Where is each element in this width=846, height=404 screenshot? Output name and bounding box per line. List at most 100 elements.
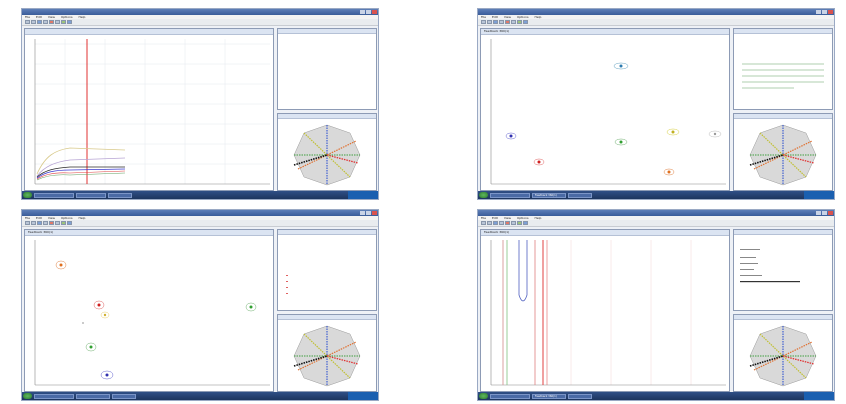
minimize-icon[interactable] (360, 211, 365, 215)
save-icon[interactable] (31, 20, 36, 24)
settings-icon[interactable] (67, 221, 72, 225)
play-icon[interactable] (61, 20, 66, 24)
taskbar: Feedback 360(1) (478, 392, 834, 400)
play-icon[interactable] (517, 20, 522, 24)
taskbar (22, 191, 378, 199)
line-plot[interactable] (25, 34, 273, 190)
minimize-icon[interactable] (816, 211, 821, 215)
toolbar (478, 220, 834, 227)
radar-plot[interactable] (734, 119, 832, 191)
legend-panel (277, 28, 377, 110)
close-icon[interactable] (372, 10, 377, 14)
table-icon[interactable] (43, 20, 48, 24)
screenshot-1: File Edit View Options Help (21, 8, 379, 200)
taskbar-button[interactable] (34, 393, 74, 399)
taskbar-button[interactable] (490, 393, 530, 399)
open-icon[interactable] (481, 20, 486, 24)
play-icon[interactable] (517, 221, 522, 225)
maximize-icon[interactable] (366, 211, 371, 215)
taskbar-button[interactable] (568, 192, 592, 198)
start-button[interactable] (23, 393, 32, 399)
zoom-icon[interactable] (511, 221, 516, 225)
scatter-plot[interactable] (25, 235, 273, 391)
taskbar-button[interactable] (76, 393, 110, 399)
chart-icon[interactable] (493, 221, 498, 225)
toolbar (22, 19, 378, 26)
taskbar-button[interactable] (108, 192, 132, 198)
scatter-panel[interactable]: Feedback 360(1) (24, 229, 274, 392)
system-tray (348, 191, 378, 199)
minimize-icon[interactable] (816, 10, 821, 14)
chart-icon[interactable] (37, 20, 42, 24)
start-button[interactable] (479, 393, 488, 399)
stats-table (742, 63, 824, 89)
stats-list (286, 275, 288, 294)
close-icon[interactable] (372, 211, 377, 215)
zoom-icon[interactable] (55, 221, 60, 225)
zoom-icon[interactable] (55, 20, 60, 24)
system-tray (804, 392, 834, 400)
info-text (740, 249, 800, 283)
radar-panel[interactable] (277, 113, 377, 191)
screenshot-3: File Edit View Options Help Feedback 360… (21, 209, 379, 401)
trace-panel[interactable]: Feedback 360(1) (480, 229, 730, 392)
toolbar (478, 19, 834, 26)
minimize-icon[interactable] (360, 10, 365, 14)
save-icon[interactable] (487, 20, 492, 24)
screenshot-4: File Edit View Options Help Feedback 360… (477, 209, 835, 401)
radar-plot[interactable] (734, 320, 832, 392)
maximize-icon[interactable] (822, 10, 827, 14)
settings-icon[interactable] (523, 20, 528, 24)
taskbar (22, 392, 378, 400)
trace-plot[interactable] (481, 235, 729, 391)
chart-icon[interactable] (37, 221, 42, 225)
record-icon[interactable] (49, 20, 54, 24)
close-icon[interactable] (828, 211, 833, 215)
open-icon[interactable] (25, 20, 30, 24)
radar-panel[interactable] (277, 314, 377, 392)
save-icon[interactable] (31, 221, 36, 225)
taskbar-button[interactable] (490, 192, 530, 198)
taskbar-button[interactable] (568, 393, 592, 399)
maximize-icon[interactable] (366, 10, 371, 14)
radar-panel[interactable] (733, 314, 833, 392)
zoom-icon[interactable] (511, 20, 516, 24)
taskbar-button[interactable] (34, 192, 74, 198)
settings-icon[interactable] (67, 20, 72, 24)
scatter-plot[interactable] (481, 34, 729, 190)
screenshot-2: File Edit View Options Help Feedback 360… (477, 8, 835, 200)
radar-plot[interactable] (278, 320, 376, 392)
scatter-panel[interactable]: Feedback 360(1) (480, 28, 730, 191)
radar-panel[interactable] (733, 113, 833, 191)
stats-panel (733, 28, 833, 110)
taskbar-button[interactable] (112, 393, 136, 399)
system-tray (804, 191, 834, 199)
table-icon[interactable] (43, 221, 48, 225)
radar-plot[interactable] (278, 119, 376, 191)
plot-panel[interactable] (24, 28, 274, 191)
system-tray (348, 392, 378, 400)
table-icon[interactable] (499, 20, 504, 24)
maximize-icon[interactable] (822, 211, 827, 215)
stats-panel (277, 229, 377, 311)
start-button[interactable] (479, 192, 488, 198)
record-icon[interactable] (505, 20, 510, 24)
open-icon[interactable] (25, 221, 30, 225)
table-icon[interactable] (499, 221, 504, 225)
record-icon[interactable] (505, 221, 510, 225)
taskbar-button[interactable]: Feedback 360(1) (532, 192, 566, 198)
play-icon[interactable] (61, 221, 66, 225)
settings-icon[interactable] (523, 221, 528, 225)
info-panel (733, 229, 833, 311)
taskbar-button[interactable] (76, 192, 106, 198)
taskbar-button[interactable]: Feedback 360(1) (532, 393, 566, 399)
start-button[interactable] (23, 192, 32, 198)
close-icon[interactable] (828, 10, 833, 14)
toolbar (22, 220, 378, 227)
record-icon[interactable] (49, 221, 54, 225)
taskbar: Feedback 360(1) (478, 191, 834, 199)
open-icon[interactable] (481, 221, 486, 225)
legend-panel-title (278, 29, 376, 34)
chart-icon[interactable] (493, 20, 498, 24)
save-icon[interactable] (487, 221, 492, 225)
